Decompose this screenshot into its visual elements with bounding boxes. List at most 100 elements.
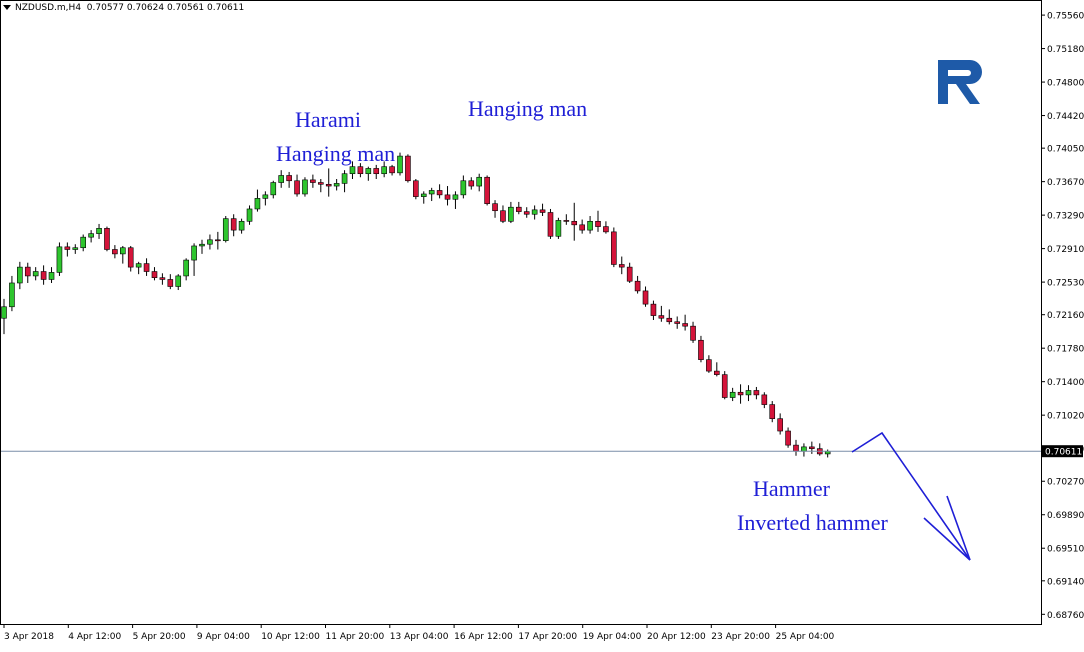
y-tick-label: 0.74800 [1047,79,1084,89]
candle-body [397,155,403,174]
candle-body [769,404,776,419]
x-tick-label: 16 Apr 12:00 [454,632,513,642]
candle-body [603,226,609,233]
candle-body [405,155,411,182]
candle-body [1,306,7,319]
candle [413,179,419,200]
candle-body [183,259,189,277]
candle-body [698,339,704,360]
candle-body [175,275,182,287]
candle-body [658,315,665,319]
candle-body [745,390,752,396]
y-tick-label: 0.74420 [1047,112,1084,122]
y-tick-label: 0.72910 [1047,245,1084,255]
x-tick-label: 20 Apr 12:00 [647,632,706,642]
price-axis: 0.75560 0.75180 0.74800 0.74420 0.74050 0.736… [1041,12,1084,621]
candle-body [523,211,530,215]
candle-body [777,418,783,432]
candle-body [793,444,799,452]
candle-body [571,220,578,226]
x-tick-label: 3 Apr 2018 [4,632,54,642]
candle-body [690,325,696,341]
candle-body [159,277,166,280]
price-tag-label: 0.70611 [1045,448,1082,458]
candle-body [286,175,292,182]
candle-body [88,233,94,238]
candle-body [48,272,55,280]
candle-body [674,321,681,324]
candle-body [199,243,205,247]
annotation-hanging-man-right: Hanging man [468,96,588,121]
candle-body [801,446,807,452]
candle-body [618,264,625,268]
candle-body [381,166,387,175]
candle-body [310,179,316,183]
annotation-hammer: Hammer [753,476,830,501]
candle-body [238,220,245,231]
x-tick-label: 10 Apr 12:00 [261,632,320,642]
candle-body [555,220,562,237]
candle-body [713,370,720,375]
candle-body [413,180,419,197]
candle-body [17,266,23,284]
candle-body [650,303,657,316]
candle-body [135,263,142,268]
candle-body [587,220,593,231]
dropdown-triangle-icon[interactable] [3,5,11,10]
candle-body [428,190,435,195]
candle-body [500,210,506,222]
candle-body [294,180,300,195]
candle-body [127,247,134,268]
candle-body [492,203,498,212]
x-tick-label: 19 Apr 04:00 [583,632,642,642]
candle-body [40,271,47,280]
y-tick-label: 0.75560 [1047,12,1084,22]
candle [397,152,403,176]
candle-body [341,173,348,184]
candle-body [151,271,158,278]
candle [484,175,490,206]
time-axis: 3 Apr 2018 4 Apr 12:00 5 Apr 20:00 9 Apr 04… [3,624,835,642]
candle-body [72,247,79,250]
candle [302,177,308,197]
y-tick-label: 0.72530 [1047,279,1084,289]
candle-body [753,390,760,396]
candle-body [143,263,150,272]
y-tick-label: 0.70270 [1047,478,1084,488]
candle-body [436,190,443,196]
symbol-label: NZDUSD.m,H4 [15,3,82,13]
candle-body [230,218,237,231]
candle-body [626,266,633,282]
candle-body [9,282,15,308]
y-tick-label: 0.75180 [1047,45,1084,55]
y-tick-label: 0.69140 [1047,577,1084,587]
candle-body [420,193,427,197]
x-tick-label: 25 Apr 04:00 [776,632,835,642]
candle-body [167,279,174,287]
candle-body [468,180,475,187]
candle-body [112,249,118,255]
x-tick-label: 23 Apr 20:00 [711,632,770,642]
ohlc-values: 0.70577 0.70624 0.70561 0.70611 [86,3,245,13]
candle-body [365,168,372,175]
candle-body [278,175,285,183]
candle [555,217,562,239]
candle-body [721,374,728,398]
y-tick-label: 0.73670 [1047,178,1084,188]
candle-body [515,206,522,212]
candle-body [373,168,380,175]
candle-body [357,166,364,175]
candle [405,154,411,183]
candle-body [547,212,554,237]
candle-body [729,391,736,398]
candle-body [484,176,490,204]
candle-body [104,228,110,250]
candle-body [254,198,261,210]
candle-body [666,317,673,323]
candle-body [302,179,308,195]
candle-body [80,236,86,249]
candle-body [246,208,253,222]
candle-body [64,246,71,250]
candle-body [476,176,483,187]
candle-body [56,246,63,273]
